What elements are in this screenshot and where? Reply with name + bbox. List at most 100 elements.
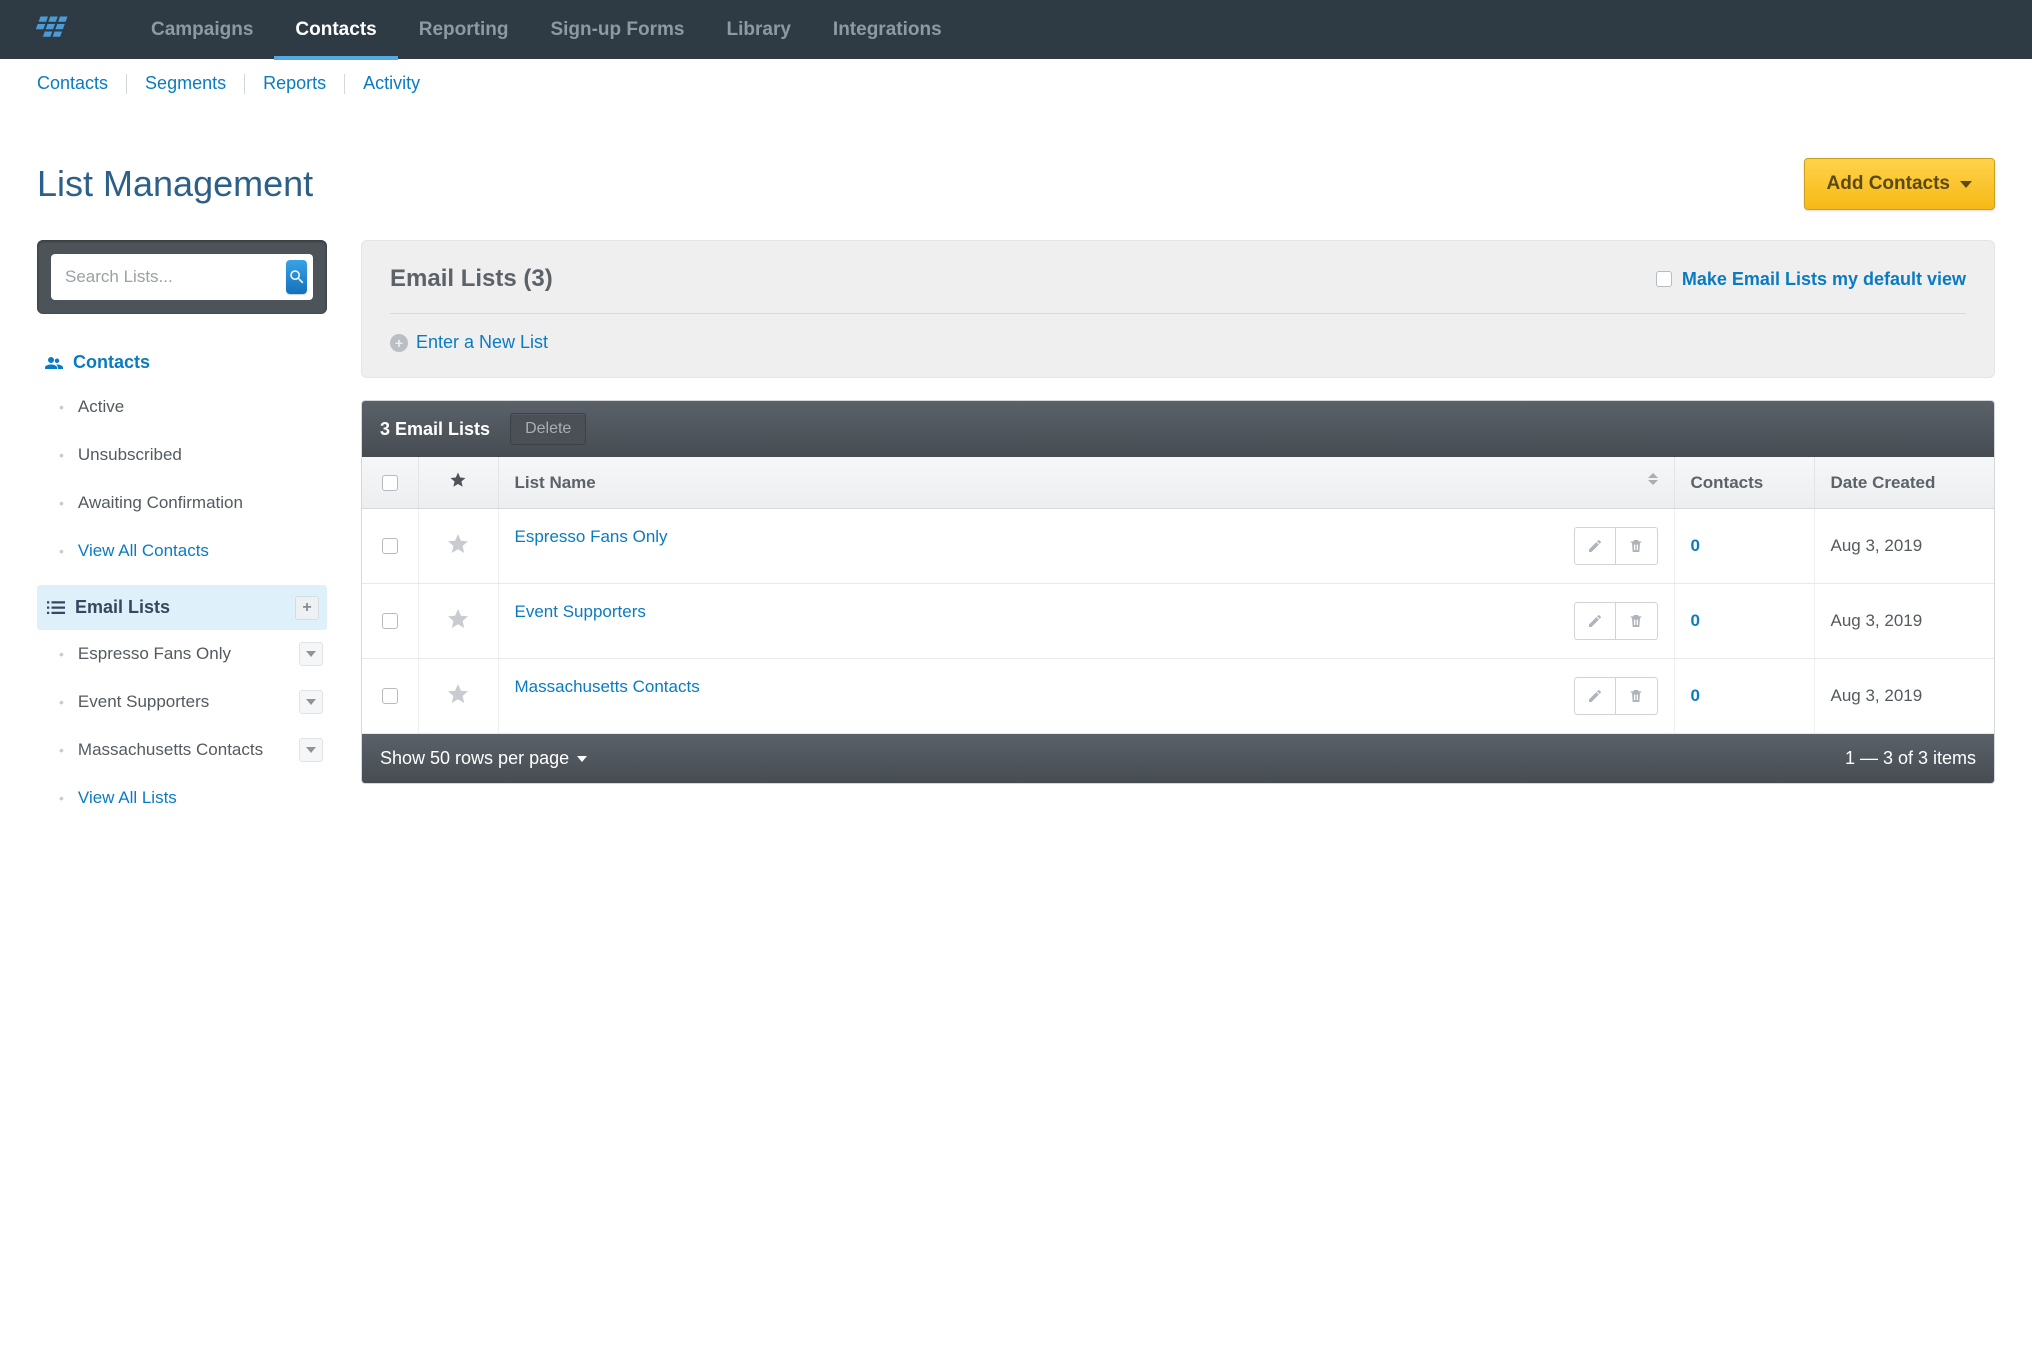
contacts-count-link[interactable]: 0	[1691, 686, 1700, 705]
subnav-reports[interactable]: Reports	[245, 73, 344, 94]
star-toggle[interactable]	[418, 659, 498, 734]
search-frame	[37, 240, 327, 314]
star-icon	[449, 471, 467, 489]
pagination-label: 1 — 3 of 3 items	[1845, 748, 1976, 769]
enter-new-list-link[interactable]: + Enter a New List	[390, 332, 1966, 353]
sidebar-item-view-all-contacts[interactable]: View All Contacts	[37, 527, 327, 575]
delete-row-button[interactable]	[1616, 527, 1658, 565]
subnav-segments[interactable]: Segments	[127, 73, 244, 94]
add-list-button[interactable]: +	[295, 596, 319, 620]
sidebar-item-massachusetts[interactable]: Massachusetts Contacts	[37, 726, 327, 774]
row-actions	[1574, 677, 1658, 715]
list-item-dropdown[interactable]	[299, 642, 323, 666]
row-actions	[1574, 602, 1658, 640]
top-nav: Campaigns Contacts Reporting Sign-up For…	[0, 0, 2032, 59]
list-name-link[interactable]: Espresso Fans Only	[515, 527, 668, 546]
main-panel: Email Lists (3) Make Email Lists my defa…	[361, 240, 1995, 784]
delete-row-button[interactable]	[1616, 677, 1658, 715]
nav-reporting[interactable]: Reporting	[398, 1, 530, 59]
brand-logo[interactable]	[30, 16, 75, 44]
nav-integrations[interactable]: Integrations	[812, 1, 963, 59]
rows-per-page-label: Show 50 rows per page	[380, 748, 569, 769]
star-icon	[446, 682, 470, 706]
subnav-contacts[interactable]: Contacts	[37, 73, 126, 94]
pencil-icon	[1587, 613, 1603, 629]
contacts-count-link[interactable]: 0	[1691, 536, 1700, 555]
delete-button[interactable]: Delete	[510, 413, 586, 445]
row-actions	[1574, 527, 1658, 565]
people-icon	[45, 356, 63, 370]
table-row: Massachusetts Contacts 0 Aug 3, 2019	[362, 659, 1994, 734]
sidebar-heading-contacts[interactable]: Contacts	[37, 342, 327, 383]
rows-per-page-select[interactable]: Show 50 rows per page	[380, 748, 587, 769]
edit-button[interactable]	[1574, 527, 1616, 565]
sidebar-item-view-all-lists[interactable]: View All Lists	[37, 774, 327, 822]
sidebar-item-active[interactable]: Active	[37, 383, 327, 431]
row-checkbox[interactable]	[382, 688, 398, 704]
col-header-list-name[interactable]: List Name	[498, 457, 1674, 509]
delete-row-button[interactable]	[1616, 602, 1658, 640]
plus-circle-icon: +	[390, 334, 408, 352]
row-checkbox[interactable]	[382, 613, 398, 629]
list-name-link[interactable]: Event Supporters	[515, 602, 646, 621]
sub-nav: Contacts Segments Reports Activity	[0, 59, 2032, 108]
trash-icon	[1628, 688, 1644, 704]
sidebar-heading-email-lists[interactable]: Email Lists +	[37, 585, 327, 630]
sidebar-item-espresso[interactable]: Espresso Fans Only	[37, 630, 327, 678]
nav-campaigns[interactable]: Campaigns	[130, 1, 274, 59]
nav-library[interactable]: Library	[706, 1, 812, 59]
add-contacts-button[interactable]: Add Contacts	[1804, 158, 1996, 210]
page-header: List Management Add Contacts	[0, 108, 2032, 240]
edit-button[interactable]	[1574, 602, 1616, 640]
pencil-icon	[1587, 538, 1603, 554]
list-item-dropdown[interactable]	[299, 738, 323, 762]
trash-icon	[1628, 538, 1644, 554]
star-toggle[interactable]	[418, 509, 498, 584]
top-nav-items: Campaigns Contacts Reporting Sign-up For…	[130, 1, 963, 59]
search-input[interactable]	[65, 261, 286, 293]
edit-button[interactable]	[1574, 677, 1616, 715]
table-row: Event Supporters 0 Aug 3, 2019	[362, 584, 1994, 659]
subnav-activity[interactable]: Activity	[345, 73, 438, 94]
list-item-label: Massachusetts Contacts	[78, 740, 263, 760]
sidebar-contacts-section: Contacts Active Unsubscribed Awaiting Co…	[37, 342, 327, 575]
select-all-checkbox[interactable]	[382, 475, 398, 491]
nav-signup-forms[interactable]: Sign-up Forms	[529, 1, 705, 59]
trash-icon	[1628, 613, 1644, 629]
star-icon	[446, 607, 470, 631]
row-checkbox[interactable]	[382, 538, 398, 554]
col-header-star[interactable]	[418, 457, 498, 509]
panel-title: Email Lists (3)	[390, 265, 553, 293]
search-box	[51, 254, 313, 300]
email-lists-table: List Name Contacts Date Created Espresso…	[362, 457, 1994, 734]
default-view-label: Make Email Lists my default view	[1682, 269, 1966, 290]
sidebar-item-event-supporters[interactable]: Event Supporters	[37, 678, 327, 726]
pencil-icon	[1587, 688, 1603, 704]
default-view-toggle[interactable]: Make Email Lists my default view	[1656, 269, 1966, 290]
search-button[interactable]	[286, 260, 307, 294]
enter-new-list-label: Enter a New List	[416, 332, 548, 353]
sort-icon	[1648, 473, 1658, 485]
logo-icon	[30, 16, 75, 44]
col-header-date[interactable]: Date Created	[1814, 457, 1994, 509]
search-icon	[288, 268, 306, 286]
caret-down-icon	[306, 699, 316, 705]
caret-down-icon	[1960, 181, 1972, 188]
nav-contacts[interactable]: Contacts	[274, 1, 397, 59]
list-name-link[interactable]: Massachusetts Contacts	[515, 677, 700, 696]
list-item-dropdown[interactable]	[299, 690, 323, 714]
caret-down-icon	[577, 756, 587, 762]
checkbox[interactable]	[1656, 271, 1672, 287]
caret-down-icon	[306, 651, 316, 657]
list-icon	[47, 601, 65, 615]
sidebar-item-awaiting[interactable]: Awaiting Confirmation	[37, 479, 327, 527]
star-toggle[interactable]	[418, 584, 498, 659]
col-header-checkbox	[362, 457, 418, 509]
contacts-count-link[interactable]: 0	[1691, 611, 1700, 630]
col-header-contacts[interactable]: Contacts	[1674, 457, 1814, 509]
date-cell: Aug 3, 2019	[1814, 659, 1994, 734]
sidebar-item-unsubscribed[interactable]: Unsubscribed	[37, 431, 327, 479]
sidebar-contacts-label: Contacts	[73, 352, 150, 373]
table-toolbar: 3 Email Lists Delete	[362, 401, 1994, 457]
sidebar: Contacts Active Unsubscribed Awaiting Co…	[37, 240, 327, 822]
